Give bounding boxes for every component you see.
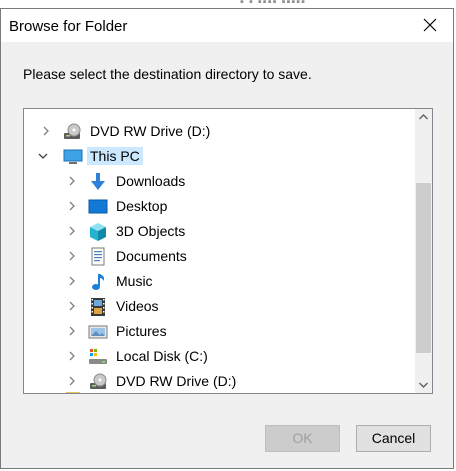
chevron-right-icon[interactable] xyxy=(66,175,78,187)
tree-item-documents[interactable]: Documents xyxy=(24,244,414,269)
chevron-right-icon[interactable] xyxy=(66,275,78,287)
chevron-down-icon[interactable] xyxy=(37,150,49,162)
tree-item-label: This PC xyxy=(87,147,143,165)
tree-item-label: Downloads xyxy=(116,173,186,189)
tree-item-music[interactable]: Music xyxy=(24,269,414,294)
browse-for-folder-dialog: Browse for Folder Please select the dest… xyxy=(0,8,454,469)
tree-item-pictures[interactable]: Pictures xyxy=(24,319,414,344)
tree-item-label: Pictures xyxy=(116,323,167,339)
close-button[interactable] xyxy=(407,9,453,42)
local-disk-icon xyxy=(89,349,107,364)
chevron-right-icon[interactable] xyxy=(66,250,78,262)
chevron-down-icon xyxy=(419,382,428,388)
dvd-drive-icon xyxy=(64,123,81,139)
title-bar: Browse for Folder xyxy=(1,9,453,42)
ok-button[interactable]: OK xyxy=(265,425,340,452)
tree-item-label: Music xyxy=(116,273,153,289)
chevron-right-icon[interactable] xyxy=(66,375,78,387)
instruction-text: Please select the destination directory … xyxy=(23,66,312,82)
tree-item-this-pc[interactable]: This PC xyxy=(24,144,414,169)
tree-item-3d-objects[interactable]: 3D Objects xyxy=(24,219,414,244)
tree-item-label: DVD RW Drive (D:) xyxy=(116,373,237,389)
tree-item-local-disk[interactable]: Local Disk (C:) xyxy=(24,344,414,369)
music-icon xyxy=(92,274,105,290)
folder-tree[interactable]: DVD RW Drive (D:) This PC Downloads Desk… xyxy=(23,108,433,394)
tree-item-label: 3D Objects xyxy=(116,223,186,239)
scroll-up-button[interactable] xyxy=(415,109,432,126)
tree-item-label: Desktop xyxy=(116,198,168,214)
scroll-thumb[interactable] xyxy=(416,183,431,353)
tree-item-videos[interactable]: Videos xyxy=(24,294,414,319)
close-icon xyxy=(423,18,437,32)
desktop-icon xyxy=(88,199,108,214)
tree-item-label: Videos xyxy=(116,298,159,314)
videos-icon xyxy=(91,298,105,316)
tree-item-label: DVD RW Drive (D:) xyxy=(90,123,211,139)
tree-item-label: Local Disk (C:) xyxy=(116,348,208,364)
background-window-fragment: ▪ ▪ ▪▪▪▪ ▪▪▪▪▪ xyxy=(240,0,307,6)
scroll-down-button[interactable] xyxy=(415,376,432,393)
chevron-right-icon[interactable] xyxy=(66,350,78,362)
chevron-right-icon[interactable] xyxy=(66,300,78,312)
partial-folder-icon xyxy=(66,392,80,393)
cancel-button[interactable]: Cancel xyxy=(356,425,431,452)
chevron-right-icon[interactable] xyxy=(66,200,78,212)
computer-icon xyxy=(63,149,83,164)
chevron-right-icon[interactable] xyxy=(40,125,52,137)
documents-icon xyxy=(91,247,105,266)
tree-item-dvd-drive[interactable]: DVD RW Drive (D:) xyxy=(24,119,414,144)
tree-item-dvd-drive[interactable]: DVD RW Drive (D:) xyxy=(24,369,414,393)
dialog-title: Browse for Folder xyxy=(9,18,128,35)
downloads-icon xyxy=(91,173,105,190)
chevron-right-icon[interactable] xyxy=(66,225,78,237)
dvd-drive-icon xyxy=(90,373,107,389)
tree-item-downloads[interactable]: Downloads xyxy=(24,169,414,194)
tree-item-label: Documents xyxy=(116,248,187,264)
pictures-icon xyxy=(88,325,108,339)
chevron-up-icon xyxy=(419,114,428,120)
tree-item-desktop[interactable]: Desktop xyxy=(24,194,414,219)
chevron-right-icon[interactable] xyxy=(66,325,78,337)
tree-scrollbar[interactable] xyxy=(415,109,432,393)
3d-objects-icon xyxy=(90,223,106,241)
